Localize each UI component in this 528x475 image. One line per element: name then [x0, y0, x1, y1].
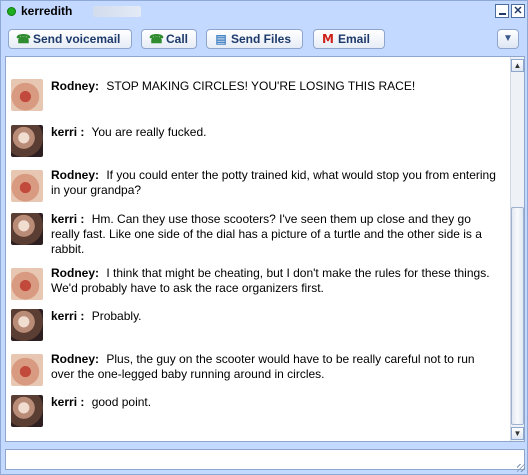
message-body: kerri : Hm. Can they use those scooters?… — [51, 212, 499, 257]
message-text: Probably. — [91, 309, 142, 323]
message-text: I think that might be cheating, but I do… — [51, 266, 490, 295]
send-voicemail-label: Send voicemail — [33, 32, 121, 46]
message-sender: kerri : — [51, 309, 85, 323]
send-files-button[interactable]: ▤ Send Files — [206, 29, 303, 49]
message-body: kerri : Probably. — [51, 309, 499, 324]
online-status-icon — [7, 7, 16, 16]
message-text: STOP MAKING CIRCLES! YOU'RE LOSING THIS … — [106, 79, 416, 93]
message-text: If you could enter the potty trained kid… — [51, 168, 496, 197]
message-text: Hm. Can they use those scooters? I've se… — [51, 212, 482, 256]
close-button[interactable]: ✕ — [511, 4, 525, 18]
chevron-down-icon: ▼ — [503, 33, 513, 44]
close-icon: ✕ — [513, 5, 523, 17]
arrow-up-icon: ▲ — [513, 61, 522, 70]
avatar — [11, 309, 43, 341]
message-body: Rodney: Plus, the guy on the scooter wou… — [51, 352, 499, 382]
title-bar[interactable]: kerredith ✕ — [1, 1, 527, 23]
files-icon: ▤ — [215, 32, 227, 46]
vertical-scrollbar[interactable]: ▲ ▼ — [510, 57, 524, 441]
window-title: kerredith — [21, 4, 73, 18]
message-sender: kerri : — [51, 395, 85, 409]
call-label: Call — [166, 32, 189, 46]
call-button[interactable]: ☎ Call — [141, 29, 197, 49]
avatar — [11, 354, 43, 386]
avatar — [11, 395, 43, 427]
arrow-down-icon: ▼ — [513, 429, 522, 438]
message-sender: Rodney: — [51, 168, 99, 182]
avatar — [11, 79, 43, 111]
chat-window: kerredith ✕ ☎ Send voicemail ☎ Call ▤ Se… — [0, 0, 528, 475]
message-list: Rodney: STOP MAKING CIRCLES! YOU'RE LOSI… — [6, 57, 509, 441]
message-body: kerri : good point. — [51, 395, 499, 410]
scroll-up-button[interactable]: ▲ — [511, 59, 524, 72]
scroll-down-button[interactable]: ▼ — [511, 427, 524, 440]
message-text: good point. — [91, 395, 152, 409]
avatar — [11, 170, 43, 202]
toolbar: ☎ Send voicemail ☎ Call ▤ Send Files M E… — [1, 25, 527, 55]
message-body: Rodney: If you could enter the potty tra… — [51, 168, 499, 198]
message-sender: kerri : — [51, 212, 85, 226]
message-input[interactable] — [5, 449, 525, 470]
phone-icon: ☎ — [149, 32, 164, 46]
message-text: Plus, the guy on the scooter would have … — [51, 352, 475, 381]
minimize-button[interactable] — [495, 4, 509, 18]
email-label: Email — [338, 32, 371, 46]
redacted-title-area — [93, 6, 141, 17]
message-text: You are really fucked. — [91, 125, 207, 139]
scrollbar-thumb[interactable] — [511, 207, 524, 425]
avatar — [11, 213, 43, 245]
avatar — [11, 125, 43, 157]
phone-icon: ☎ — [16, 32, 31, 46]
email-button[interactable]: M Email — [313, 29, 385, 49]
resize-grip-icon[interactable] — [517, 464, 525, 472]
avatar — [11, 268, 43, 300]
send-voicemail-button[interactable]: ☎ Send voicemail — [8, 29, 132, 49]
gmail-icon: M — [322, 32, 334, 46]
minimize-icon — [499, 13, 506, 15]
send-files-label: Send Files — [231, 32, 292, 46]
message-body: Rodney: STOP MAKING CIRCLES! YOU'RE LOSI… — [51, 79, 499, 94]
message-sender: Rodney: — [51, 79, 99, 93]
message-sender: kerri : — [51, 125, 85, 139]
message-body: kerri : You are really fucked. — [51, 125, 499, 140]
chat-history[interactable]: Rodney: STOP MAKING CIRCLES! YOU'RE LOSI… — [5, 56, 525, 442]
message-sender: Rodney: — [51, 266, 99, 280]
message-body: Rodney: I think that might be cheating, … — [51, 266, 499, 296]
options-menu-button[interactable]: ▼ — [497, 29, 519, 49]
message-sender: Rodney: — [51, 352, 99, 366]
